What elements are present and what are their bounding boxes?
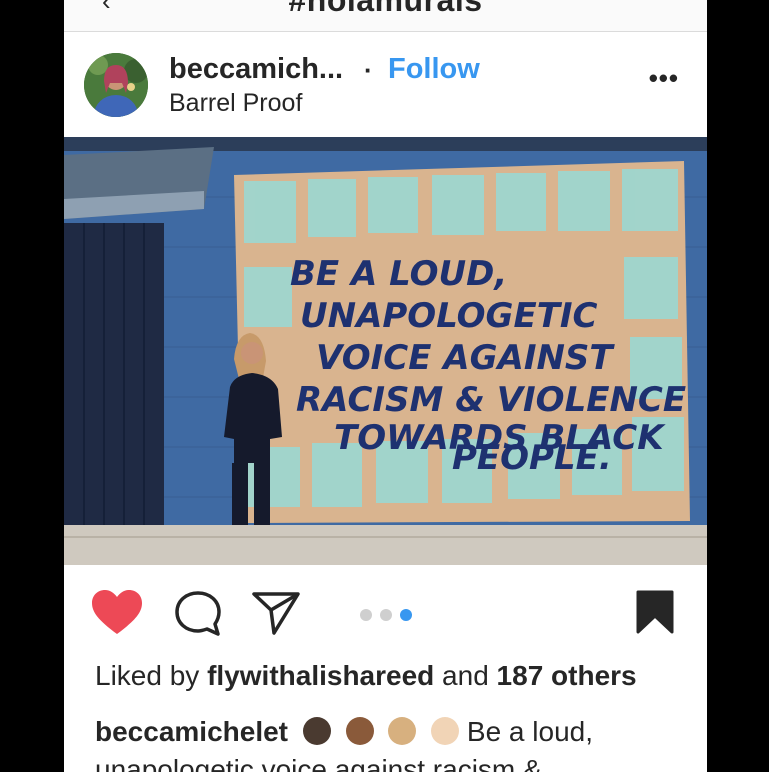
avatar[interactable] [84,53,148,117]
carousel-dot [380,609,392,621]
carousel-indicator [360,608,420,626]
likes-prefix: Liked by [95,660,200,691]
mural-line: VOICE AGAINST [316,338,615,378]
mural-line: BE A LOUD, [290,254,507,294]
carousel-dot-active [400,609,412,621]
post-username[interactable]: beccamich... [169,53,343,86]
bookmark-icon[interactable] [636,590,674,639]
caption: beccamichelet Be a loud, [95,716,593,748]
liked-by-user[interactable]: flywithalishareed [207,660,434,691]
caption-text-line2: unapologetic voice against racism & [95,754,542,772]
share-icon[interactable] [252,590,300,641]
more-icon[interactable]: ••• [649,63,679,94]
post-header: beccamich... · Follow Barrel Proof ••• [64,33,707,137]
carousel-dot [360,609,372,621]
likes-middle: and [442,660,489,691]
mural-line: UNAPOLOGETIC [300,296,598,336]
instagram-post-screen: ‹ #nolamurals beccamich... · Follow Barr… [64,0,707,772]
follow-button[interactable]: Follow [388,53,480,86]
action-bar [64,580,707,650]
likes-line: Liked by flywithalishareed and 187 other… [95,660,637,692]
heart-icon[interactable] [92,590,142,641]
fist-emoji-icon [431,717,460,745]
fist-emoji-icon [345,717,374,745]
fist-emoji-icon [302,717,331,745]
caption-username[interactable]: beccamichelet [95,716,288,747]
caption-text: Be a loud, [466,716,594,747]
comment-icon[interactable] [174,590,222,643]
separator-dot: · [364,55,373,85]
post-image[interactable]: BE A LOUD, UNAPOLOGETIC VOICE AGAINST RA… [64,137,707,565]
post-location[interactable]: Barrel Proof [169,89,302,118]
fist-emoji-icon [388,717,417,745]
top-bar: ‹ #nolamurals [64,0,707,32]
mural-line: RACISM & VIOLENCE [296,380,686,420]
page-title: #nolamurals [288,0,483,18]
mural-line: PEOPLE. [452,438,612,478]
likes-others[interactable]: 187 others [497,660,637,691]
